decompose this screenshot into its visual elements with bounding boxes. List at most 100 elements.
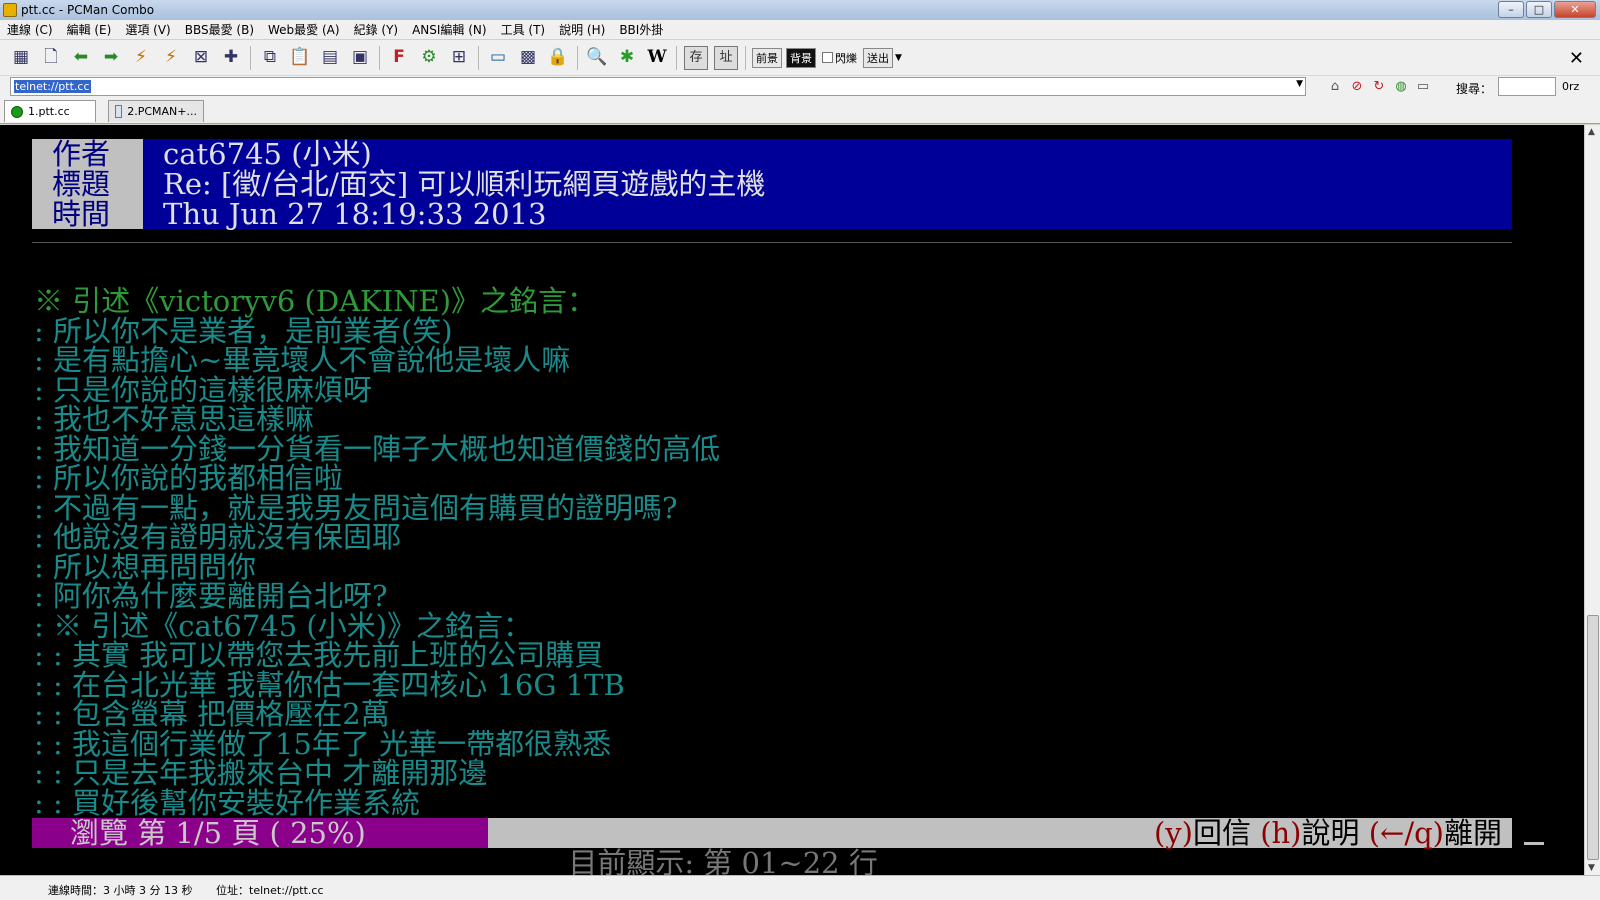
font-icon[interactable]: F	[387, 46, 411, 70]
leave-hint: 離開	[1443, 816, 1502, 850]
sites-icon[interactable]: ▦	[9, 46, 33, 70]
send-button[interactable]: 送出	[863, 47, 893, 68]
window-icon[interactable]: ▭	[1414, 78, 1432, 96]
document-icon	[115, 105, 123, 118]
article-line: : 所以你說的我都相信啦	[34, 461, 343, 495]
article-line: : 所以你不是業者，是前業者(笑)	[34, 313, 453, 348]
globe-icon[interactable]: ◍	[1392, 78, 1410, 96]
tab-label: 2.PCMAN+...	[127, 105, 197, 118]
address-icons: ⌂ ⊘ ↻ ◍ ▭	[1326, 78, 1432, 96]
new-connection-icon[interactable]: 🗋	[39, 46, 63, 70]
menu-help[interactable]: 說明 (H)	[552, 21, 612, 38]
background-button[interactable]: 背景	[786, 47, 816, 68]
article-line: : 是有點擔心~畢竟壞人不會說他是壞人嘛	[34, 343, 571, 377]
terminal-screen[interactable]: 作者 標題 時間 cat6745 (小米) Re: [徵/台北/面交] 可以順利…	[0, 125, 1584, 878]
terminal-scrollbar[interactable]: ▲ ▼	[1584, 125, 1600, 875]
screen-capture-icon[interactable]: ▩	[516, 46, 540, 70]
tab-label: 1.ptt.cc	[28, 105, 70, 118]
view-image-icon[interactable]: ▣	[348, 46, 372, 70]
tab-ptt[interactable]: 1.ptt.cc	[4, 100, 96, 122]
settings-icon[interactable]: ⚙	[417, 46, 441, 70]
send-dropdown-icon[interactable]: ▼	[895, 53, 902, 63]
window-title: ptt.cc - PCMan Combo	[21, 3, 155, 17]
scroll-down-icon[interactable]: ▼	[1588, 863, 1595, 873]
refresh-icon[interactable]: ↻	[1370, 78, 1388, 96]
author-value: cat6745 (小米)	[163, 137, 372, 171]
article-line: : 阿你為什麼要離開台北呀?	[34, 579, 388, 613]
maximize-button[interactable]: □	[1526, 1, 1552, 18]
article-line: : : 在台北光華 我幫你估一套四核心 16G 1TB	[34, 667, 625, 702]
star-icon[interactable]: ✱	[615, 46, 639, 70]
toolbar-separator	[250, 45, 251, 70]
menu-tools[interactable]: 工具 (T)	[494, 21, 553, 38]
paste-icon[interactable]: 📋	[288, 46, 312, 70]
time-value: Thu Jun 27 18:19:33 2013	[163, 197, 547, 231]
article-line: : : 買好後幫你安裝好作業系統	[34, 785, 420, 820]
title-value: Re: [徵/台北/面交] 可以順利玩網頁遊戲的主機	[163, 167, 766, 201]
menu-history[interactable]: 紀錄 (Y)	[347, 21, 406, 38]
close-toolbar-icon[interactable]: ✕	[1569, 48, 1584, 69]
status-address: 位址：telnet://ptt.cc	[216, 884, 324, 897]
article-line: : : 只是去年我搬來台中 才離開那邊	[34, 756, 488, 790]
title-label: 標題	[52, 167, 111, 201]
header-divider	[32, 242, 1512, 243]
fullscreen-icon[interactable]: ⊞	[447, 46, 471, 70]
foreground-button[interactable]: 前景	[752, 47, 782, 68]
key-h: (h)	[1260, 816, 1302, 850]
toolbar: ▦ 🗋 ⬅ ➡ ⚡ ⚡ ⊠ ✚ ⧉ 📋 ▤ ▣ F ⚙ ⊞ ▭ ▩ 🔒 🔍 ✱ …	[0, 40, 1600, 76]
monitor-icon[interactable]: ▭	[486, 46, 510, 70]
address-value: telnet://ptt.cc	[14, 80, 91, 93]
scroll-thumb[interactable]	[1587, 615, 1599, 860]
reconnect-icon[interactable]: ⚡	[129, 46, 153, 70]
address-input[interactable]: telnet://ptt.cc ▼	[10, 77, 1306, 96]
search-icon[interactable]: 🔍	[585, 46, 609, 70]
minimize-button[interactable]: –	[1498, 1, 1524, 18]
menu-web-favorites[interactable]: Web最愛 (A)	[261, 21, 347, 38]
search-label: 搜尋：	[1456, 82, 1493, 96]
close-window-button[interactable]: ✕	[1554, 1, 1596, 18]
search-input[interactable]	[1498, 77, 1556, 96]
disconnect-icon[interactable]: ⊠	[189, 46, 213, 70]
reconnect-all-icon[interactable]: ⚡	[159, 46, 183, 70]
scroll-up-icon[interactable]: ▲	[1588, 127, 1595, 137]
toolbar-separator	[745, 45, 746, 70]
stop-icon[interactable]: ⊘	[1348, 78, 1366, 96]
menu-ansi-edit[interactable]: ANSI編輯 (N)	[405, 21, 494, 38]
menu-bbs-favorites[interactable]: BBS最愛 (B)	[178, 21, 261, 38]
menu-edit[interactable]: 編輯 (E)	[60, 21, 119, 38]
copy-with-color-icon[interactable]: ▤	[318, 46, 342, 70]
search-engine-select[interactable]: 0rz	[1562, 80, 1579, 93]
app-icon	[3, 3, 17, 17]
window-controls: – □ ✕	[1498, 1, 1596, 18]
article-header-values: cat6745 (小米) Re: [徵/台北/面交] 可以順利玩網頁遊戲的主機 …	[143, 139, 1512, 229]
article-line: : 我也不好意思這樣嘛	[34, 402, 314, 436]
article-line: : ※ 引述《cat6745 (小米)》之銘言：	[34, 608, 533, 643]
address-bar-row: telnet://ptt.cc ▼ ⌂ ⊘ ↻ ◍ ▭ 搜尋： 0rz	[0, 76, 1600, 98]
home-icon[interactable]: ⌂	[1326, 78, 1344, 96]
terminal-status-bar: 瀏覽 第 1/5 頁 ( 25%) 目前顯示: 第 01~22 行 (y)回信 …	[32, 818, 1544, 878]
menu-bbi-plugins[interactable]: BBI外掛	[612, 21, 670, 38]
key-q: (←/q)	[1368, 816, 1444, 850]
copy-icon[interactable]: ⧉	[258, 46, 282, 70]
blink-checkbox[interactable]	[822, 52, 833, 63]
menu-options[interactable]: 選項 (V)	[118, 21, 177, 38]
article-line: : : 其實 我可以帶您去我先前上班的公司購買	[34, 638, 604, 672]
menu-connection[interactable]: 連線 (C)	[0, 21, 60, 38]
toolbar-separator	[676, 45, 677, 70]
forward-icon[interactable]: ➡	[99, 46, 123, 70]
help-hint: 說明	[1301, 816, 1369, 850]
address-icon[interactable]: 址	[714, 45, 738, 70]
back-icon[interactable]: ⬅	[69, 46, 93, 70]
blink-label: 閃爍	[835, 51, 857, 65]
lock-icon[interactable]: 🔒	[546, 46, 570, 70]
article-line: : 所以想再問問你	[34, 549, 256, 584]
add-favorite-icon[interactable]: ✚	[219, 46, 243, 70]
tab-pcman[interactable]: 2.PCMAN+...	[108, 100, 204, 122]
address-dropdown-icon[interactable]: ▼	[1296, 79, 1303, 89]
title-bar: ptt.cc - PCMan Combo – □ ✕	[0, 0, 1600, 20]
connection-time: 連線時間：3 小時 3 分 13 秒	[48, 884, 193, 897]
article-line: : : 我這個行業做了15年了 光華一帶都很熟悉	[34, 726, 612, 761]
key-hints: (y)回信 (h)說明 (←/q)離開	[1154, 818, 1502, 848]
save-icon[interactable]: 存	[684, 45, 708, 70]
wikipedia-icon[interactable]: W	[645, 46, 669, 70]
